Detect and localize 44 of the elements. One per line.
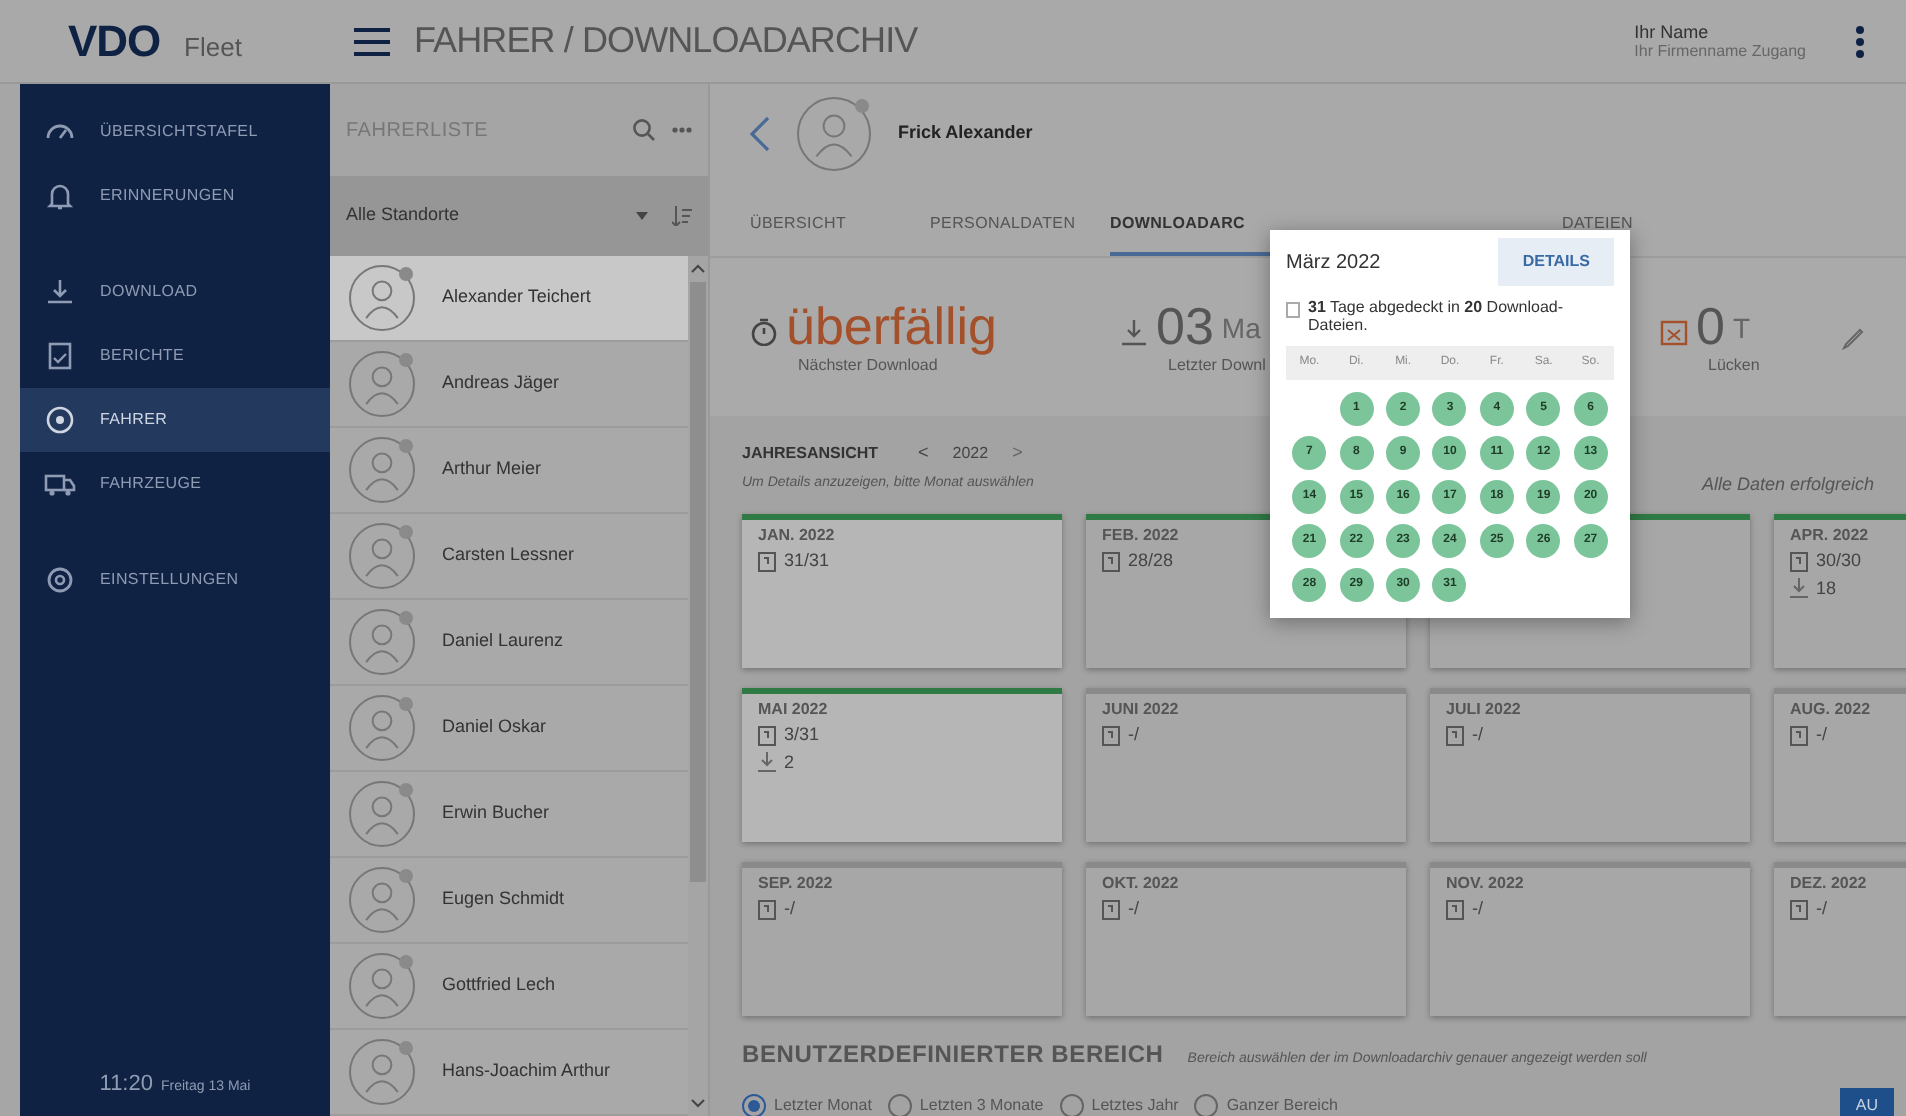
stat-unit: Ma: [1221, 309, 1261, 347]
logo: VDO: [68, 14, 161, 70]
year-label: 2022: [952, 441, 989, 466]
coverage-summary: 31 Tage abgedeckt in 20 Download-Dateien.: [1308, 298, 1566, 334]
month-label: NOV. 2022: [1446, 872, 1524, 896]
custom-range-title: BENUTZERDEFINIERTER BEREICH: [742, 1038, 1164, 1072]
year-view-title: JAHRESANSICHT: [742, 441, 879, 466]
file-count: 3/31: [784, 722, 820, 748]
file-count: -/: [1816, 896, 1827, 922]
month-label: OKT. 2022: [1102, 872, 1179, 896]
stat-unit: T: [1732, 309, 1751, 347]
sync-status: Alle Daten erfolgreich: [1701, 471, 1874, 498]
file-count: -/: [1128, 896, 1139, 922]
stat-label: Nächster Download: [798, 355, 938, 377]
file-count: 31/31: [784, 548, 830, 574]
month-label: APR. 2022: [1790, 524, 1869, 548]
file-count: -/: [1128, 722, 1139, 748]
month-label: FEB. 2022: [1102, 524, 1179, 548]
stat-value: 03: [1156, 297, 1214, 353]
month-label: SEP. 2022: [758, 872, 833, 896]
stat-label: Letzter Downl: [1168, 353, 1266, 377]
page-title: FAHRER / DOWNLOADARCHIV: [414, 18, 918, 64]
file-count: -/: [784, 896, 795, 922]
month-label: JUNI 2022: [1102, 698, 1179, 722]
file-count: -/: [1816, 722, 1827, 748]
download-count: 2: [784, 749, 795, 775]
file-count: 28/28: [1128, 548, 1174, 574]
stat-label: Lücken: [1708, 353, 1760, 377]
month-label: JULI 2022: [1446, 698, 1521, 722]
month-label: MAI 2022: [758, 698, 828, 722]
month-label: JAN. 2022: [758, 524, 835, 548]
month-label: AUG. 2022: [1790, 698, 1871, 722]
file-count: -/: [1472, 896, 1483, 922]
month-label: DEZ. 2022: [1790, 872, 1867, 896]
download-count: 18: [1816, 575, 1837, 601]
file-count: 30/30: [1816, 548, 1862, 574]
logo-suffix: Fleet: [184, 30, 242, 66]
driver-name: Frick Alexander: [898, 120, 1033, 147]
file-count: -/: [1472, 722, 1483, 748]
clock-time: 11:20: [99, 1069, 153, 1099]
user-name: Ihr Name: [1634, 21, 1711, 41]
user-company: Ihr Firmenname Zugang: [1634, 41, 1806, 61]
stat-value: 0: [1696, 297, 1725, 353]
status-value: überfällig: [786, 297, 998, 353]
